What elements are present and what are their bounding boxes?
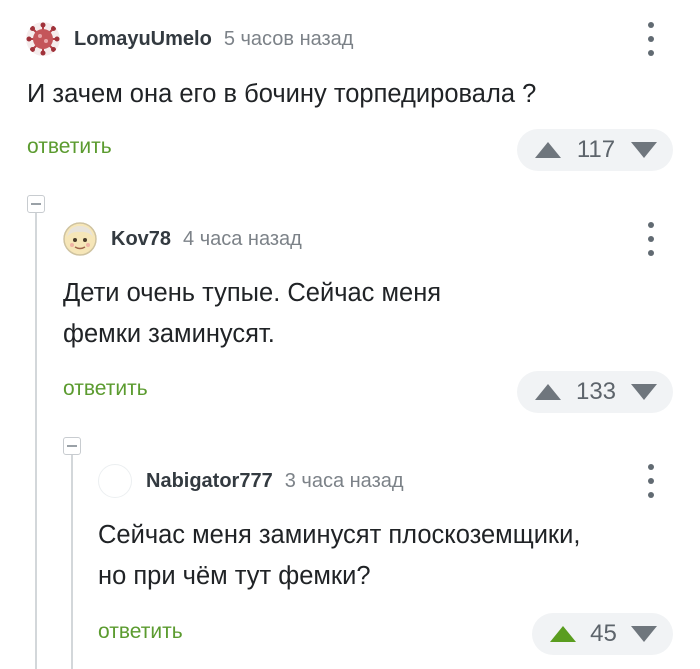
rating-control: 133 (517, 371, 673, 413)
reply-button[interactable]: ответить (27, 135, 112, 159)
rating-count: 133 (575, 378, 617, 405)
thread-line (71, 455, 73, 669)
comment-author[interactable]: LomayuUmelo (74, 28, 212, 51)
upvote-icon[interactable] (535, 384, 561, 400)
comment-header: LomayuUmelo 5 часов назад (26, 22, 353, 56)
rating-control: 45 (532, 613, 673, 655)
comment-text: Сейчас меня заминусят плоскоземщики, но … (98, 521, 581, 590)
more-options-icon[interactable] (647, 222, 655, 256)
comment-author[interactable]: Kov78 (111, 228, 171, 251)
more-options-icon[interactable] (647, 22, 655, 56)
rating-control: 117 (517, 129, 673, 171)
comment-text: Дети очень тупые. Сейчас меня фемки зами… (63, 279, 442, 348)
more-options-icon[interactable] (647, 464, 655, 498)
empty-avatar[interactable] (98, 464, 132, 498)
comment-text: И зачем она его в бочину торпедировала ? (27, 80, 537, 108)
comment-timestamp: 3 часа назад (284, 469, 404, 492)
downvote-icon[interactable] (630, 626, 657, 642)
collapse-thread-button[interactable] (27, 195, 45, 213)
comment-timestamp: 5 часов назад (223, 27, 354, 50)
collapse-thread-button[interactable] (63, 437, 81, 455)
upvote-icon[interactable] (550, 626, 576, 642)
rating-count: 117 (576, 136, 616, 163)
virus-avatar[interactable] (26, 22, 60, 56)
downvote-icon[interactable] (630, 142, 657, 158)
comment-timestamp: 4 часа назад (183, 227, 302, 250)
rating-count: 45 (590, 620, 617, 647)
comment-header: Nabigator777 3 часа назад (98, 464, 404, 498)
cartoon-face-avatar[interactable] (63, 222, 97, 256)
reply-button[interactable]: ответить (63, 377, 148, 401)
reply-button[interactable]: ответить (98, 620, 183, 644)
downvote-icon[interactable] (630, 384, 657, 400)
upvote-icon[interactable] (535, 142, 561, 158)
comment-author[interactable]: Nabigator777 (146, 470, 273, 493)
thread-line (35, 213, 37, 669)
comment-header: Kov78 4 часа назад (63, 222, 302, 256)
